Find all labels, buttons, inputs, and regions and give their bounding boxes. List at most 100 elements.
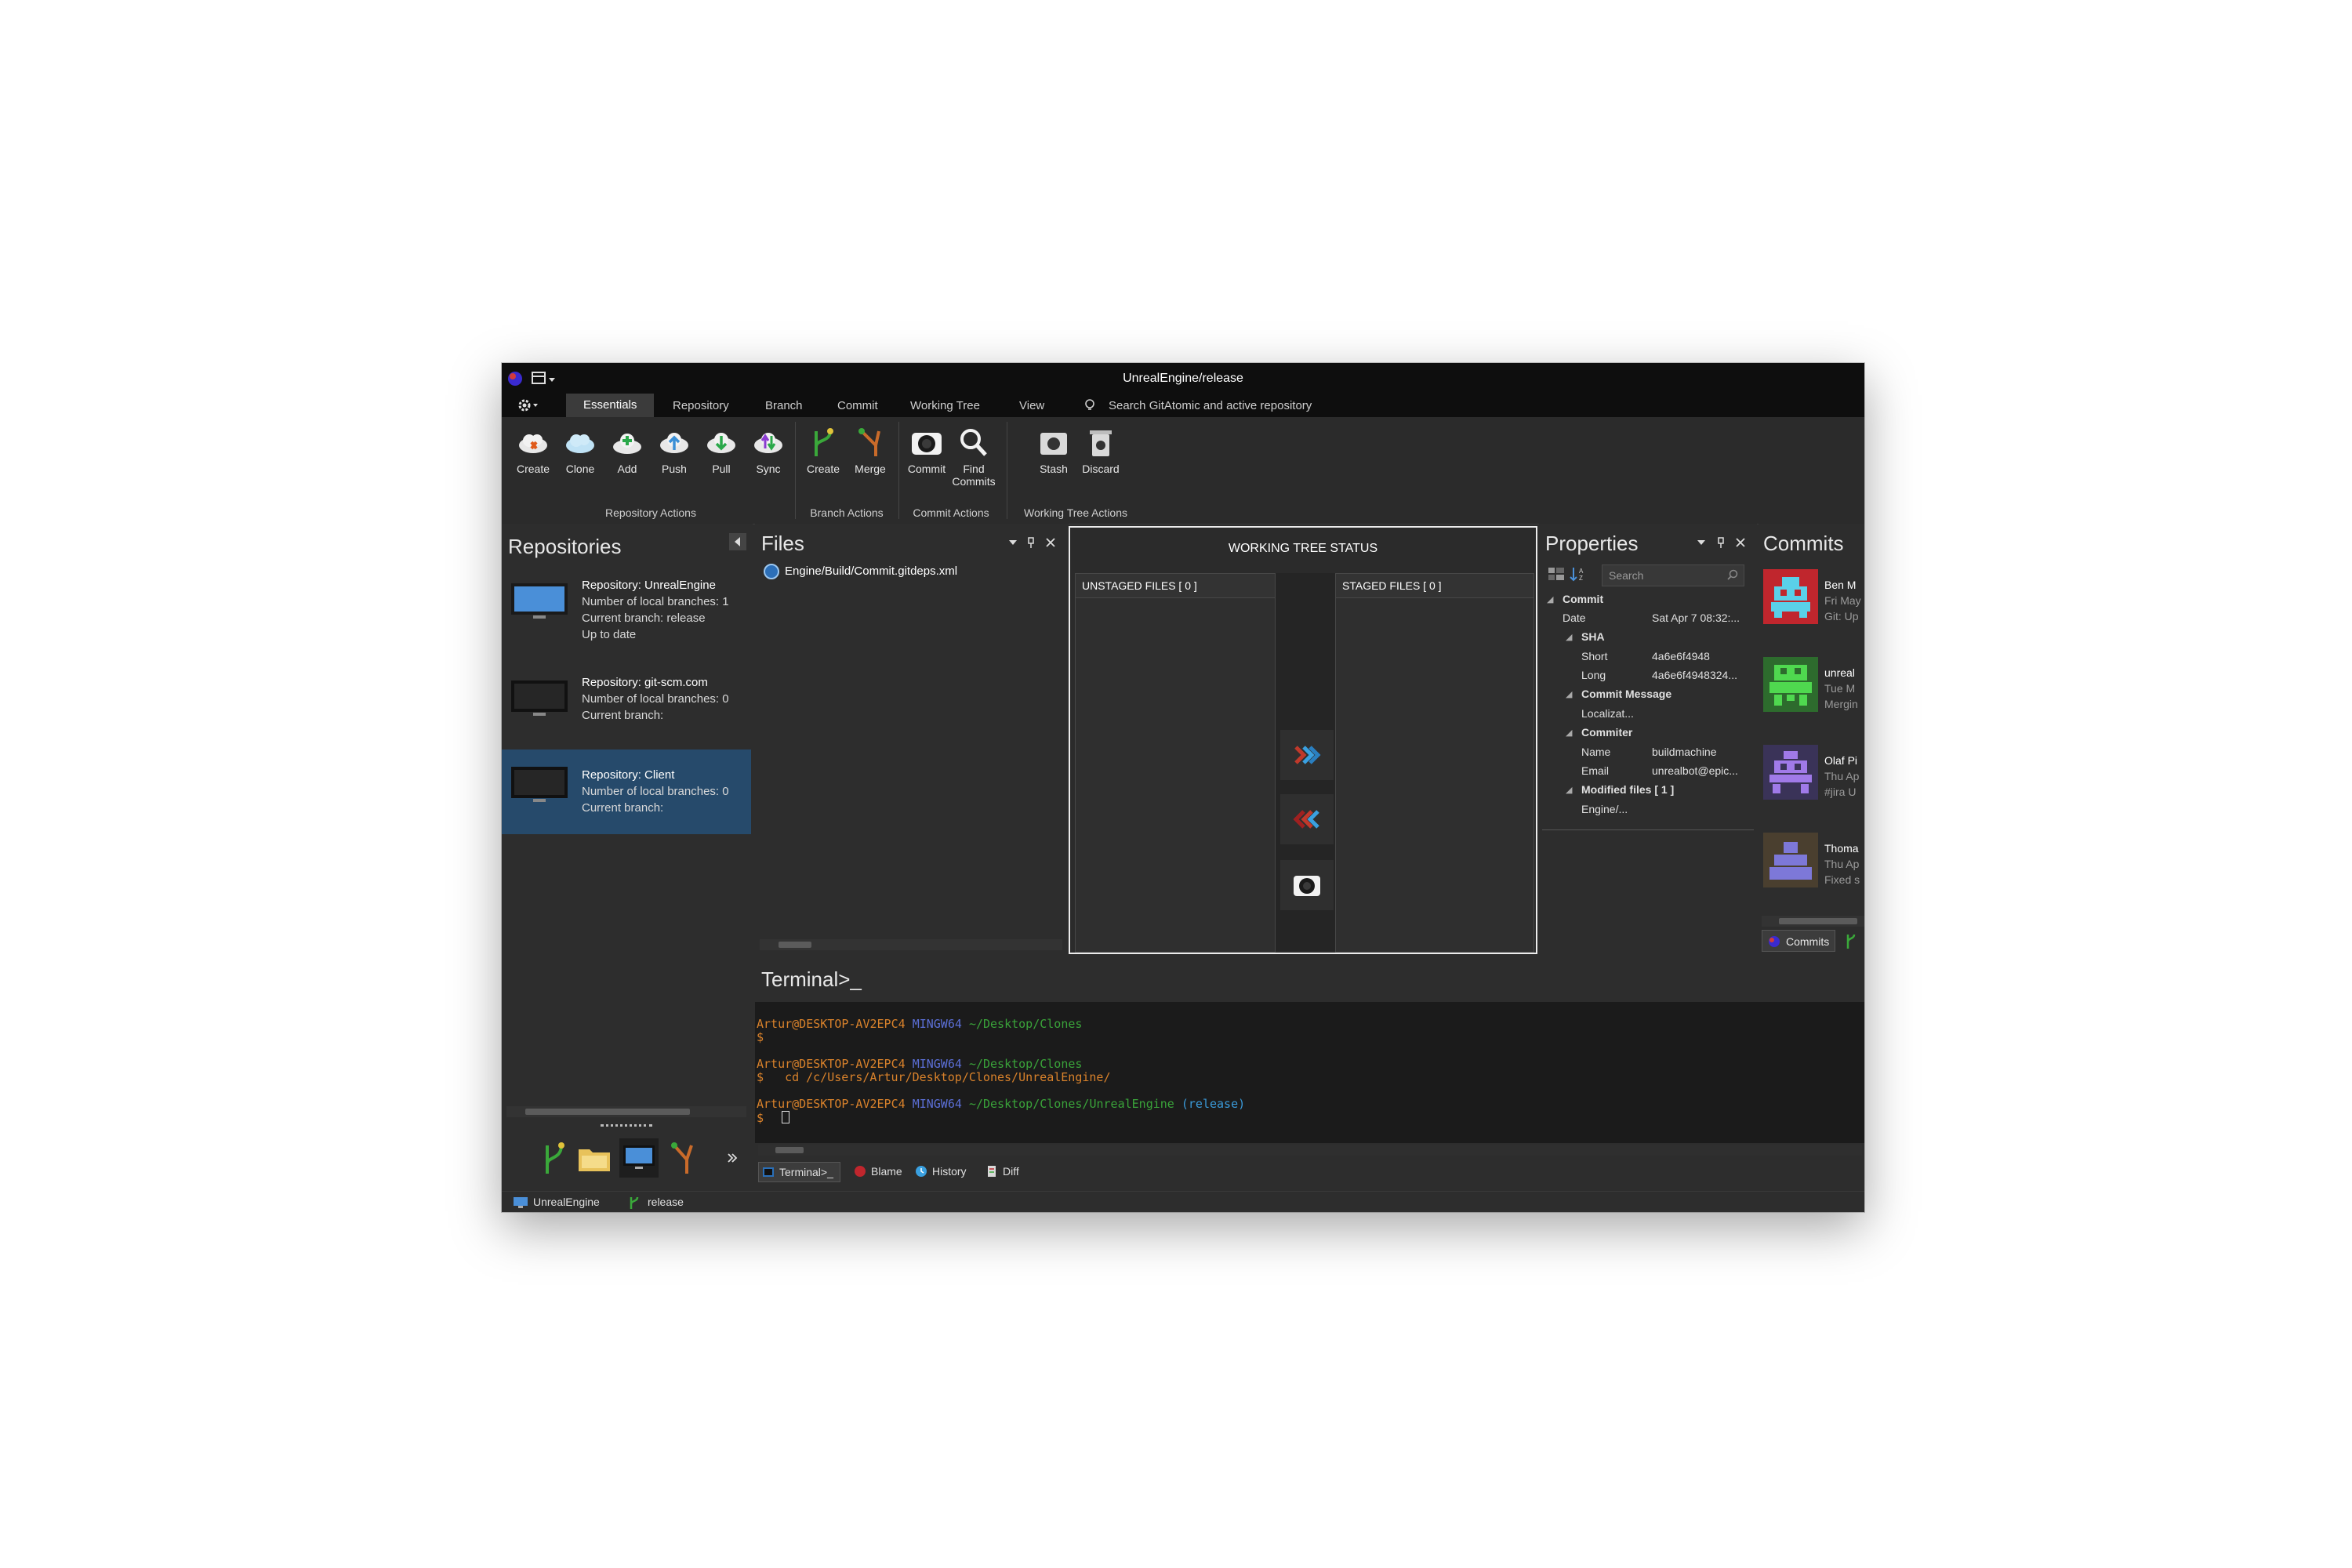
close-icon[interactable] [1045,537,1056,548]
prop-val-long: 4a6e6f4948324... [1652,669,1737,681]
clone-button[interactable]: Clone [558,425,602,475]
title-bar: UnrealEngine/release [502,363,1864,394]
dropdown-icon[interactable] [1696,538,1707,547]
expand-arrow-icon[interactable]: ◢ [1566,632,1572,642]
file-item[interactable]: Engine/Build/Commit.gitdeps.xml [760,561,957,582]
diff-icon [988,1166,996,1177]
term-host: MINGW64 [912,1017,962,1031]
prop-key-email: Email [1581,764,1610,777]
expand-arrow-icon[interactable]: ◢ [1566,689,1572,699]
commit-list-item[interactable]: Thoma Thu Ap Fixed s [1763,833,1864,908]
prop-category-commit: Commit [1563,593,1604,605]
commit-button[interactable]: Commit [905,425,949,475]
terminal-prompt: $ [757,1030,764,1044]
pin-icon[interactable] [1716,536,1726,549]
unstage-all-button[interactable] [1280,794,1334,844]
status-repo-name[interactable]: UnrealEngine [533,1196,600,1208]
scrollbar-thumb[interactable] [779,942,811,948]
repo-current-branch: Current branch: release [582,612,706,625]
terminal-horizontal-scrollbar[interactable] [758,1145,1862,1156]
tab-working-tree[interactable]: Working Tree [910,399,980,412]
prop-key-date: Date [1563,612,1586,624]
term-branch: (release) [1181,1097,1246,1111]
cloud-push-icon [660,433,688,453]
prop-key-short: Short [1581,650,1608,662]
tab-commit[interactable]: Commit [837,399,878,412]
add-button[interactable]: Add [605,425,649,475]
unstaged-files-list[interactable]: UNSTAGED FILES [ 0 ] [1075,573,1276,953]
repos-horizontal-scrollbar[interactable] [506,1106,746,1117]
discard-label: Discard [1082,463,1120,475]
pull-button[interactable]: Pull [699,425,743,475]
branch-tab-icon[interactable] [1843,931,1859,950]
diff-tab[interactable]: Diff [982,1162,1019,1181]
term-host: MINGW64 [912,1097,962,1111]
term-path: ~/Desktop/Clones [968,1017,1083,1031]
status-branch-name[interactable]: release [648,1196,684,1208]
more-nav-icon[interactable] [726,1151,739,1165]
cloud-sync-icon [754,433,782,453]
merge-button[interactable]: Merge [848,425,892,475]
close-icon[interactable] [1735,537,1746,548]
commit-list-item[interactable]: unreal Tue M Mergin [1763,657,1864,732]
menu-bar: Essentials Repository Branch Commit Work… [502,394,1864,417]
commit-date: Thu Ap [1824,858,1860,870]
stage-all-button[interactable] [1280,730,1334,780]
blame-tab[interactable]: Blame [851,1162,902,1181]
settings-gear-icon[interactable] [517,398,541,412]
categorized-view-icon[interactable] [1547,565,1566,583]
tab-repository[interactable]: Repository [673,399,729,412]
repo-item-client[interactable]: Repository: Client Number of local branc… [502,750,751,834]
commits-tab[interactable]: Commits [1762,930,1835,952]
stash-button[interactable]: Stash [1032,425,1076,475]
find-commits-button[interactable]: Find Commits [952,425,996,488]
window-title: UnrealEngine/release [1123,372,1243,385]
repo-name: Repository: git-scm.com [582,676,708,689]
discard-button[interactable]: Discard [1079,425,1123,475]
dropdown-icon[interactable] [1007,538,1018,547]
collapse-panel-icon[interactable] [729,533,746,550]
push-button[interactable]: Push [652,425,696,475]
pin-icon[interactable] [1026,536,1036,549]
ribbon-separator [795,422,796,519]
scrollbar-thumb[interactable] [525,1109,690,1115]
tab-branch[interactable]: Branch [765,399,803,412]
repo-item-unrealengine[interactable]: Repository: UnrealEngine Number of local… [502,566,751,651]
commit-list-item[interactable]: Olaf Pi Thu Ap #jira U [1763,745,1864,820]
commits-horizontal-scrollbar[interactable] [1762,916,1864,927]
commits-logo-icon [1769,936,1780,947]
merge-nav-icon[interactable] [668,1141,698,1177]
terminal-output[interactable]: Artur@DESKTOP-AV2EPC4 MINGW64 ~/Desktop/… [755,1002,1864,1143]
commit-list-item[interactable]: Ben M Fri May Git: Up [1763,569,1864,644]
properties-search-field[interactable]: Search [1602,564,1744,586]
repo-item-git-scm[interactable]: Repository: git-scm.com Number of local … [502,663,751,748]
expand-arrow-icon[interactable]: ◢ [1566,728,1572,738]
tab-view[interactable]: View [1019,399,1044,412]
avatar [1763,745,1818,800]
expand-arrow-icon[interactable]: ◢ [1566,785,1572,795]
history-tab[interactable]: History [912,1162,967,1181]
repo-branch-count: Number of local branches: 0 [582,692,729,706]
terminal-tab[interactable]: Terminal>_ [758,1162,840,1182]
expand-arrow-icon[interactable]: ◢ [1547,594,1553,604]
create-repo-button[interactable]: Create [511,425,555,475]
panel-grip[interactable] [601,1124,652,1129]
camera-icon [912,433,942,455]
branches-nav-icon[interactable] [539,1141,569,1177]
ribbon-separator [898,422,899,519]
tab-essentials[interactable]: Essentials [566,394,655,417]
commit-staged-button[interactable] [1280,860,1334,910]
scrollbar-thumb[interactable] [775,1147,804,1153]
sort-alphabetical-icon[interactable]: AZ [1569,565,1588,583]
files-horizontal-scrollbar[interactable] [760,939,1062,950]
working-tree-panel: WORKING TREE STATUS UNSTAGED FILES [ 0 ]… [1069,526,1537,954]
folder-nav-icon[interactable] [577,1143,612,1174]
branch-status-icon [630,1196,639,1209]
global-search[interactable]: Search GitAtomic and active repository [1109,399,1312,412]
staged-files-list[interactable]: STAGED FILES [ 0 ] [1335,573,1534,953]
scrollbar-thumb[interactable] [1779,918,1857,924]
create-branch-button[interactable]: Create [801,425,845,475]
repository-actions-label: Repository Actions [605,506,696,519]
repositories-nav-selected[interactable] [619,1138,659,1178]
sync-button[interactable]: Sync [746,425,790,475]
